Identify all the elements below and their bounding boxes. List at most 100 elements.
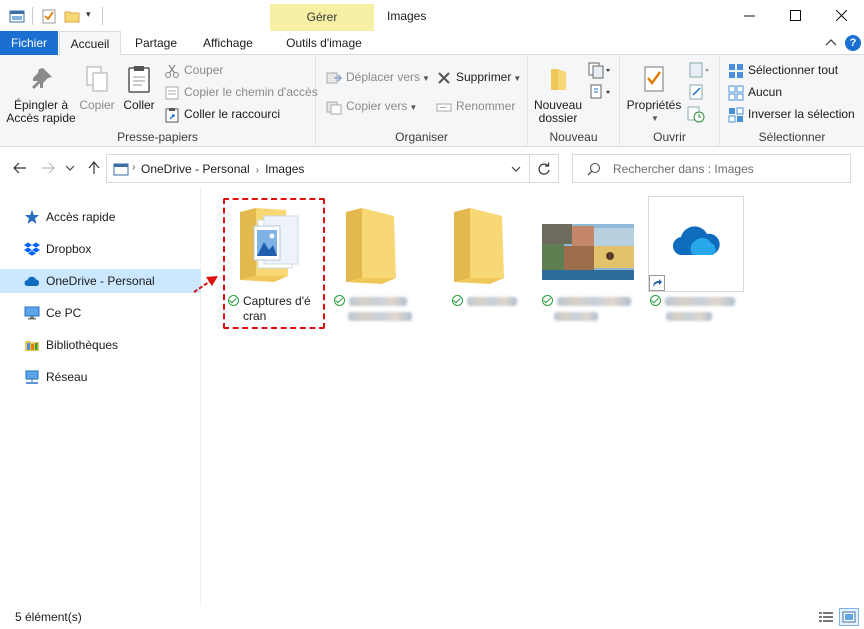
refresh-icon: [538, 162, 550, 175]
file-item-onedrive-shortcut[interactable]: [648, 196, 744, 326]
help-icon[interactable]: ?: [845, 35, 861, 51]
open-icon[interactable]: [688, 61, 710, 79]
group-nouveau: Nouveau dossier Nouveau: [528, 55, 620, 147]
recent-locations-button[interactable]: [60, 158, 80, 178]
copy-button[interactable]: Copier: [78, 63, 116, 112]
sidebar-item-dropbox[interactable]: Dropbox: [0, 237, 201, 261]
properties-button[interactable]: Propriétés ▼: [624, 63, 684, 125]
group-selectionner: Sélectionner tout Aucun Inverser la séle…: [720, 55, 864, 147]
breadcrumb-separator-icon[interactable]: ›: [256, 165, 259, 176]
cut-label: Couper: [184, 63, 224, 77]
select-none-icon: [728, 85, 744, 101]
forward-button[interactable]: [38, 158, 58, 178]
minimize-button[interactable]: [726, 0, 772, 31]
synced-check-icon: [650, 295, 661, 306]
context-tab-gerer[interactable]: Gérer: [270, 4, 374, 31]
delete-button[interactable]: Supprimer ▼: [436, 67, 521, 87]
sidebar-item-ce-pc[interactable]: Ce PC: [0, 301, 201, 325]
properties-check-icon[interactable]: [41, 8, 57, 24]
chevron-down-icon: [65, 165, 75, 171]
properties-dropdown-icon: ▼: [651, 114, 659, 123]
new-folder-icon: [551, 69, 566, 90]
invert-selection-label: Inverser la sélection: [748, 107, 855, 121]
ribbon: Épingler à Accès rapide Copier Coller Co…: [0, 55, 864, 147]
window-app-icon[interactable]: [9, 8, 25, 24]
properties-icon: [644, 66, 664, 92]
paste-shortcut-button[interactable]: Coller le raccourci: [164, 104, 280, 124]
file-item-image[interactable]: [540, 196, 636, 326]
easy-access-icon[interactable]: [588, 83, 612, 101]
large-icons-view-button[interactable]: [839, 608, 859, 626]
search-placeholder: Rechercher dans : Images: [613, 162, 754, 176]
collapse-ribbon-icon[interactable]: [824, 36, 838, 50]
tab-affichage[interactable]: Affichage: [193, 31, 263, 55]
file-item-folder[interactable]: [332, 196, 428, 326]
up-button[interactable]: [84, 158, 104, 178]
copy-path-button[interactable]: Copier le chemin d'accès: [164, 82, 318, 102]
move-to-icon: [326, 72, 342, 84]
maximize-button[interactable]: [772, 0, 818, 31]
tab-partage[interactable]: Partage: [125, 31, 187, 55]
sidebar-item-acces-rapide[interactable]: Accès rapide: [0, 205, 201, 229]
select-none-button[interactable]: Aucun: [728, 82, 782, 102]
up-arrow-icon: [88, 161, 100, 174]
folder-icon: [346, 208, 396, 284]
new-folder-button[interactable]: Nouveau dossier: [532, 63, 584, 125]
move-to-button[interactable]: Déplacer vers ▼: [326, 67, 430, 87]
new-item-icon[interactable]: [588, 61, 612, 79]
sidebar-item-onedrive[interactable]: OneDrive - Personal: [0, 269, 201, 293]
pin-quick-access-button[interactable]: Épingler à Accès rapide: [6, 63, 76, 125]
group-label-presse-papiers: Presse-papiers: [117, 130, 198, 144]
synced-check-icon: [542, 295, 553, 306]
back-button[interactable]: [10, 158, 30, 178]
copy-path-icon: [165, 86, 179, 100]
sidebar-item-reseau[interactable]: Réseau: [0, 365, 201, 389]
copy-path-label: Copier le chemin d'accès: [184, 85, 318, 99]
sidebar-item-bibliotheques[interactable]: Bibliothèques: [0, 333, 201, 357]
history-icon[interactable]: [686, 105, 706, 123]
tab-outils-image[interactable]: Outils d'image: [274, 31, 374, 55]
details-view-button[interactable]: [816, 608, 836, 626]
qa-divider: [32, 7, 33, 25]
title-bar: ▾ Gérer Images: [0, 0, 864, 31]
sidebar-item-label: Réseau: [46, 370, 88, 384]
item-count: 5 élément(s): [15, 610, 82, 624]
computer-icon: [24, 306, 40, 320]
sidebar-item-label: Accès rapide: [46, 210, 116, 224]
rename-button[interactable]: Renommer: [436, 96, 515, 116]
network-icon: [25, 370, 39, 384]
tab-fichier[interactable]: Fichier: [0, 31, 58, 55]
refresh-button[interactable]: [530, 154, 559, 183]
select-all-icon: [729, 63, 743, 78]
blurred-text: [349, 297, 407, 307]
sidebar-item-label: Dropbox: [46, 242, 92, 256]
search-box[interactable]: Rechercher dans : Images: [572, 154, 851, 183]
paste-button[interactable]: Coller: [120, 63, 158, 112]
paste-shortcut-label: Coller le raccourci: [184, 107, 281, 121]
folder-view-icon: [113, 163, 129, 176]
qa-customize-dropdown-icon[interactable]: ▾: [86, 9, 91, 20]
blurred-text: [665, 297, 735, 307]
close-button[interactable]: [818, 0, 864, 31]
select-all-button[interactable]: Sélectionner tout: [728, 60, 838, 80]
group-label-organiser: Organiser: [395, 130, 448, 144]
edit-icon[interactable]: [688, 83, 706, 101]
invert-selection-icon: [728, 107, 744, 123]
copy-to-button[interactable]: Copier vers ▼: [326, 96, 417, 116]
new-folder-icon[interactable]: [64, 8, 80, 24]
onedrive-cloud-icon: [24, 276, 40, 286]
address-dropdown-icon[interactable]: [511, 165, 521, 173]
crumb-root-chevron-icon[interactable]: ›: [132, 162, 135, 173]
tab-accueil[interactable]: Accueil: [59, 31, 121, 56]
paste-label: Coller: [123, 98, 155, 112]
file-name-blurred: [648, 294, 744, 324]
highlight-annotation-box: [223, 198, 325, 329]
breadcrumb-onedrive[interactable]: OneDrive - Personal: [141, 162, 250, 176]
select-none-label: Aucun: [748, 85, 783, 99]
file-item-folder[interactable]: [440, 196, 536, 326]
address-bar[interactable]: › OneDrive - Personal › Images: [106, 154, 530, 183]
breadcrumb-images[interactable]: Images: [265, 162, 304, 176]
invert-selection-button[interactable]: Inverser la sélection: [728, 104, 855, 124]
scissors-icon: [165, 64, 179, 78]
cut-button[interactable]: Couper: [164, 60, 223, 80]
